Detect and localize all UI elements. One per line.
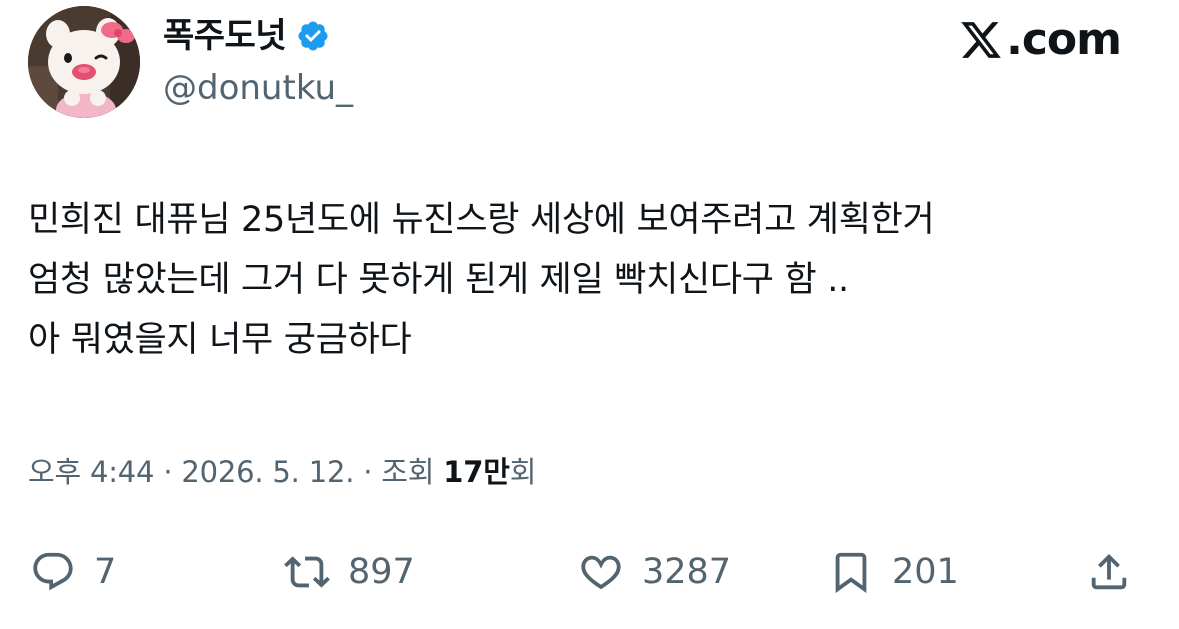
views-label-prefix: 조회 [381, 455, 444, 489]
views-label-suffix: 회 [509, 455, 537, 489]
tweet-text: 민희진 대퓨님 25년도에 뉴진스랑 세상에 보여주려고 계획한거 엄청 많았는… [28, 190, 1148, 370]
tweet-time[interactable]: 오후 4:44 [28, 455, 155, 489]
verified-badge-icon [298, 21, 328, 51]
bookmark-button[interactable]: 201 [828, 540, 959, 604]
like-icon [581, 555, 621, 590]
reply-icon [33, 552, 73, 591]
like-count: 3287 [642, 552, 732, 592]
tweet-text-line: 민희진 대퓨님 25년도에 뉴진스랑 세상에 보여주려고 계획한거 [28, 200, 935, 240]
share-icon [1091, 553, 1127, 590]
reply-button[interactable]: 7 [30, 540, 116, 604]
avatar[interactable] [28, 6, 140, 118]
views-count: 17만 [443, 455, 510, 489]
bookmark-icon [835, 552, 867, 593]
meta-separator: · [154, 455, 182, 489]
bookmark-count: 201 [892, 552, 959, 592]
tweet-meta: 오후 4:44 · 2026. 5. 12. · 조회 17만회 [28, 452, 536, 492]
retweet-count: 897 [348, 552, 415, 592]
reply-count: 7 [94, 552, 117, 592]
tweet-text-line: 엄청 많았는데 그거 다 못하게 된게 제일 빡치신다구 함 .. [28, 260, 849, 300]
meta-separator: · [354, 455, 382, 489]
tweet-date[interactable]: 2026. 5. 12. [181, 455, 354, 489]
display-name[interactable]: 폭주도넛 [163, 14, 287, 58]
brand-text: .com [1006, 14, 1122, 65]
action-bar: 7 897 3287 201 [0, 540, 1179, 604]
brand-watermark: .com [958, 12, 1122, 68]
avatar-image [28, 6, 140, 118]
like-button[interactable]: 3287 [578, 540, 731, 604]
author-name-row: 폭주도넛 [163, 14, 330, 58]
x-logo-icon [961, 22, 1001, 58]
handle[interactable]: @donutku_ [163, 66, 353, 110]
tweet-card: 폭주도넛 @donutku_ .com 민희진 대퓨님 25년도에 뉴진스랑 세… [0, 0, 1179, 629]
share-button[interactable] [1086, 540, 1132, 604]
tweet-text-line: 아 뭐였을지 너무 궁금하다 [28, 320, 412, 360]
retweet-button[interactable]: 897 [284, 540, 415, 604]
retweet-icon [284, 556, 330, 588]
